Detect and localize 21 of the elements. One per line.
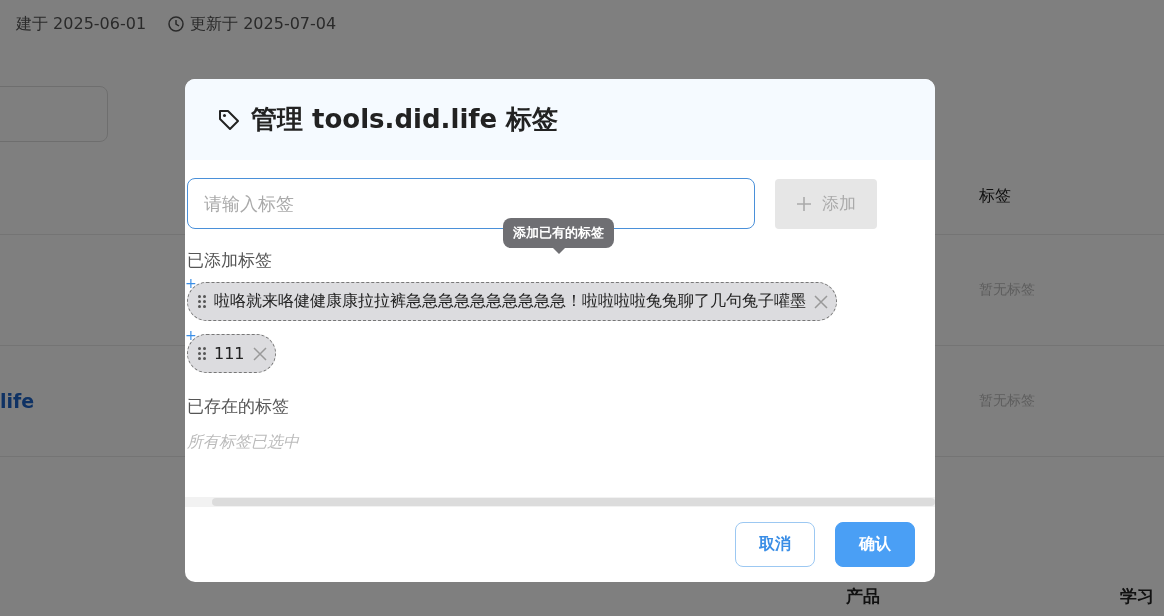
cancel-button[interactable]: 取消 (735, 522, 815, 567)
scrollbar[interactable] (185, 497, 935, 507)
section-heading: 已添加标签 (187, 249, 273, 272)
remove-icon[interactable] (814, 294, 828, 309)
empty-message: 所有标签已选中 (187, 432, 300, 453)
footer-heading: 学习 (1120, 585, 1155, 608)
name-link[interactable]: life (0, 390, 35, 412)
plus-icon (796, 195, 812, 212)
clock-icon (168, 16, 185, 32)
dialog-title: 管理 tools.did.life 标签 (251, 103, 559, 136)
drag-handle-icon[interactable] (198, 295, 206, 308)
tag-icon (217, 107, 241, 132)
column-header: 标签 (979, 185, 1012, 207)
confirm-button[interactable]: 确认 (835, 522, 915, 567)
footer-heading: 产品 (846, 585, 880, 608)
section-heading: 已存在的标签 (187, 395, 290, 418)
date-text: 建于 2025-06-01 (16, 13, 147, 35)
date-text: 更新于 2025-07-04 (168, 13, 337, 35)
tooltip: 添加已有的标签 (503, 218, 614, 254)
drag-handle-icon[interactable] (198, 347, 206, 360)
remove-icon[interactable] (252, 346, 267, 361)
